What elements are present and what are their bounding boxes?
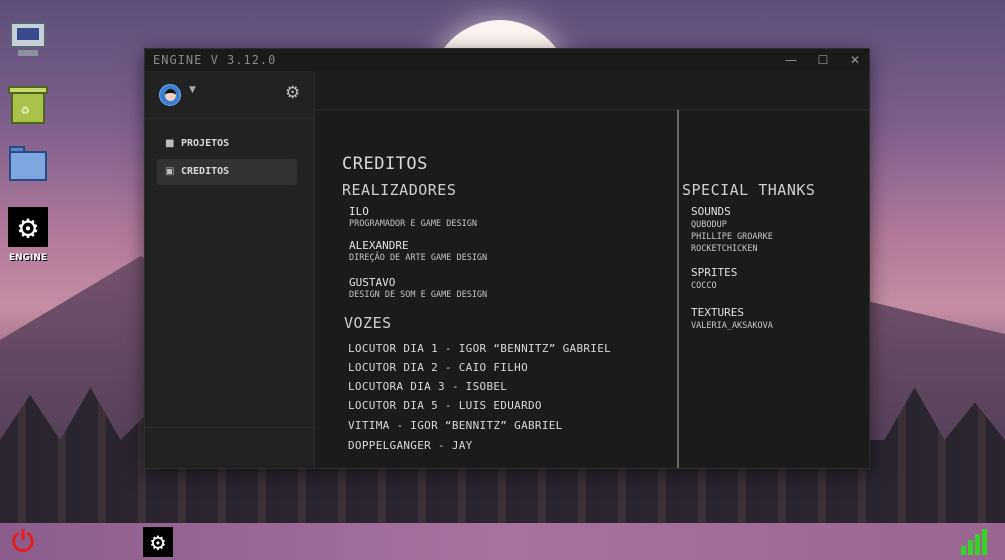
sidebar-item-projetos[interactable]: ■ PROJETOS	[157, 131, 297, 157]
sounds-heading: SOUNDS	[691, 205, 731, 218]
gear-icon: ⚙	[150, 528, 166, 556]
engine-desktop-label: ENGINE	[8, 253, 48, 263]
avatar[interactable]	[159, 84, 181, 106]
realizador-name: ALEXANDRE	[349, 239, 409, 252]
cube-icon: ■	[165, 138, 175, 149]
sidebar-item-creditos[interactable]: ▣ CREDITOS	[157, 159, 297, 185]
taskbar: ⏻ ⚙	[0, 523, 1005, 560]
settings-gear-icon[interactable]: ⚙	[285, 83, 300, 103]
window-title: ENGINE V 3.12.0	[153, 53, 277, 67]
sidebar-divider	[145, 427, 315, 428]
realizador-role: DIREÇÃO DE ARTE GAME DESIGN	[349, 253, 488, 263]
chevron-down-icon[interactable]: ▼	[189, 85, 196, 95]
column-divider	[677, 110, 679, 468]
gear-icon: ⚙	[18, 208, 38, 246]
sounds-item: ROCKETCHICKEN	[691, 244, 758, 254]
sprites-item: COCCO	[691, 281, 717, 291]
vozes-heading: VOZES	[344, 314, 392, 332]
sprites-heading: SPRITES	[691, 266, 738, 279]
voz-item: LOCUTOR DIA 5 - LUIS EDUARDO	[348, 399, 542, 412]
realizadores-heading: REALIZADORES	[342, 181, 457, 199]
credits-panel: CREDITOS REALIZADORES ILO PROGRAMADOR E …	[315, 110, 869, 468]
special-thanks-heading: SPECIAL THANKS	[682, 181, 816, 199]
engine-window: ENGINE V 3.12.0 — ☐ ✕ ▼ ⚙ ■ PROJETOS ▣ CRE…	[144, 48, 870, 469]
taskbar-engine-button[interactable]: ⚙	[143, 527, 173, 557]
voz-item: VITIMA - IGOR “BENNITZ” GABRIEL	[348, 419, 563, 432]
signal-strength-icon	[961, 529, 987, 555]
credits-title: CREDITOS	[342, 154, 428, 174]
engine-desktop-icon[interactable]: ⚙	[8, 207, 48, 247]
power-icon[interactable]: ⏻	[8, 528, 38, 558]
textures-item: VALERIA_AKSAKOVA	[691, 321, 773, 331]
textures-heading: TEXTURES	[691, 306, 744, 319]
lock-icon: ▣	[165, 166, 175, 177]
voz-item: DOPPELGANGER - JAY	[348, 439, 473, 452]
realizador-name: GUSTAVO	[349, 276, 396, 289]
sounds-item: QUBODUP	[691, 220, 727, 230]
voz-item: LOCUTORA DIA 3 - ISOBEL	[348, 380, 508, 393]
computer-icon[interactable]	[8, 20, 48, 60]
folder-icon[interactable]	[8, 142, 48, 182]
realizador-name: ILO	[349, 205, 369, 218]
recycle-bin-icon[interactable]: ♻	[8, 86, 48, 126]
voz-item: LOCUTOR DIA 1 - IGOR “BENNITZ” GABRIEL	[348, 342, 612, 355]
minimize-button[interactable]: —	[775, 49, 807, 71]
maximize-button[interactable]: ☐	[807, 49, 839, 71]
voz-item: LOCUTOR DIA 2 - CAIO FILHO	[348, 361, 528, 374]
content-topbar	[315, 71, 869, 110]
sidebar-header: ▼ ⚙	[145, 71, 315, 119]
sidebar-item-label: CREDITOS	[181, 166, 230, 177]
realizador-role: DESIGN DE SOM E GAME DESIGN	[349, 290, 488, 300]
realizador-role: PROGRAMADOR E GAME DESIGN	[349, 219, 477, 229]
close-button[interactable]: ✕	[839, 49, 871, 71]
sidebar: ▼ ⚙ ■ PROJETOS ▣ CREDITOS	[145, 71, 315, 468]
sounds-item: PHILLIPE GROARKE	[691, 232, 773, 242]
window-titlebar[interactable]: ENGINE V 3.12.0 — ☐ ✕	[145, 49, 869, 71]
sidebar-item-label: PROJETOS	[181, 138, 230, 149]
